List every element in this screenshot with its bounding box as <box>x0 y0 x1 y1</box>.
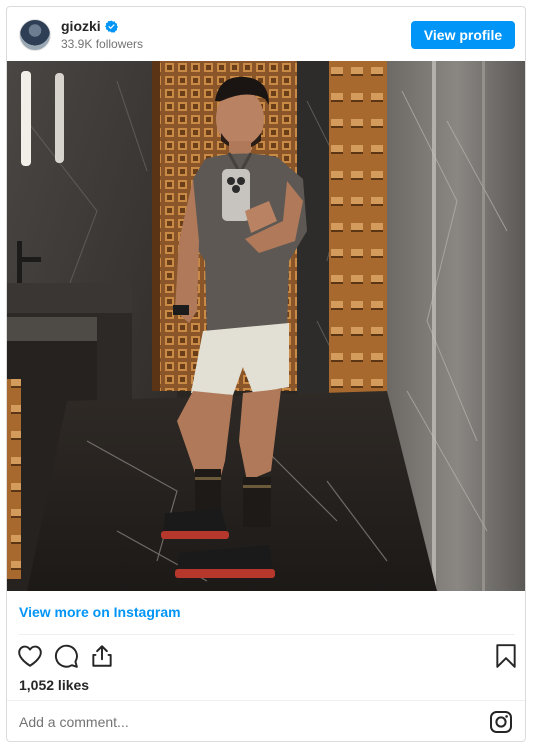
instagram-logo-icon[interactable] <box>489 710 513 734</box>
heart-icon[interactable] <box>17 643 43 669</box>
likes-count[interactable]: 1,052 likes <box>19 677 89 693</box>
username[interactable]: giozki <box>61 18 101 34</box>
post-photo-illustration <box>7 61 525 591</box>
share-icon[interactable] <box>89 643 115 669</box>
view-profile-button[interactable]: View profile <box>411 21 515 49</box>
post-image[interactable] <box>7 61 525 591</box>
followers-count: 33.9K followers <box>61 37 144 51</box>
comment-icon[interactable] <box>53 643 79 669</box>
divider <box>7 700 525 701</box>
avatar[interactable] <box>19 19 51 51</box>
username-row: giozki <box>61 18 143 34</box>
post-header: giozki 33.9K followers View profile <box>7 7 525 61</box>
action-bar <box>7 643 525 671</box>
instagram-embed-card: giozki 33.9K followers View profile View… <box>6 6 526 742</box>
bookmark-icon[interactable] <box>493 643 519 669</box>
view-more-on-instagram-link[interactable]: View more on Instagram <box>19 604 181 620</box>
divider <box>19 634 515 635</box>
add-comment-input[interactable] <box>19 711 459 733</box>
user-info: giozki 33.9K followers <box>61 18 143 51</box>
verified-badge-icon <box>104 19 118 33</box>
